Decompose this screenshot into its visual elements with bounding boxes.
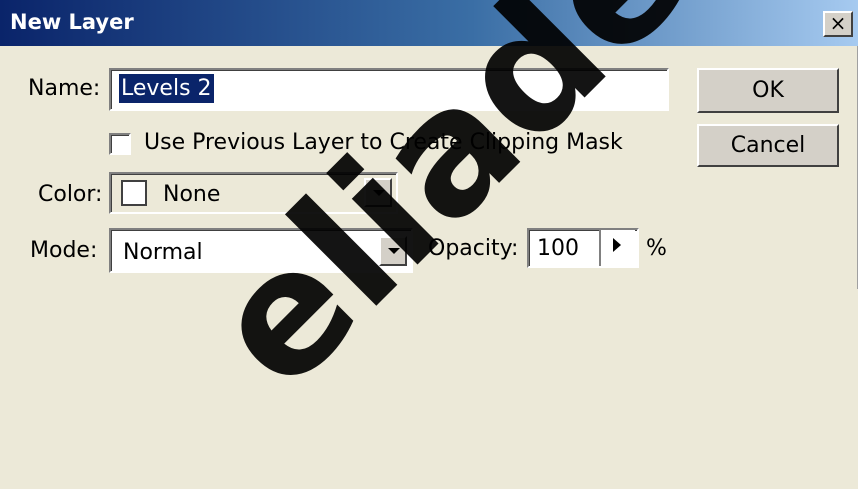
color-dropdown-button[interactable] xyxy=(364,178,392,207)
mode-label: Mode: xyxy=(30,238,98,263)
chevron-down-icon xyxy=(373,190,385,196)
title-bar: New Layer × xyxy=(0,0,858,46)
mode-select-value: Normal xyxy=(123,240,203,265)
dialog-title: New Layer xyxy=(10,10,134,34)
opacity-input-value: 100 xyxy=(537,236,579,261)
ok-button-label: OK xyxy=(752,78,784,103)
color-select[interactable]: None xyxy=(109,172,398,214)
mode-select[interactable]: Normal xyxy=(109,228,413,273)
triangle-right-icon xyxy=(613,238,621,252)
name-input[interactable]: Levels 2 xyxy=(109,68,669,111)
clipping-mask-checkbox[interactable] xyxy=(109,133,131,155)
chevron-down-icon xyxy=(388,248,400,254)
cancel-button-label: Cancel xyxy=(730,133,806,158)
opacity-label: Opacity: xyxy=(428,236,519,261)
mode-dropdown-button[interactable] xyxy=(379,236,407,266)
cancel-button[interactable]: Cancel xyxy=(697,124,839,167)
opacity-input[interactable]: 100 xyxy=(527,228,639,268)
color-label: Color: xyxy=(38,182,103,207)
name-input-value: Levels 2 xyxy=(119,74,214,103)
close-icon: × xyxy=(829,11,847,35)
name-label: Name: xyxy=(28,76,101,101)
close-button[interactable]: × xyxy=(823,11,853,37)
ok-button[interactable]: OK xyxy=(697,68,839,113)
new-layer-dialog: New Layer × Name: Levels 2 OK Cancel Use… xyxy=(0,0,858,426)
color-swatch xyxy=(121,180,147,206)
opacity-unit: % xyxy=(646,236,667,261)
opacity-slider-button[interactable] xyxy=(599,230,635,266)
clipping-mask-label[interactable]: Use Previous Layer to Create Clipping Ma… xyxy=(144,130,623,155)
color-select-value: None xyxy=(163,182,221,207)
